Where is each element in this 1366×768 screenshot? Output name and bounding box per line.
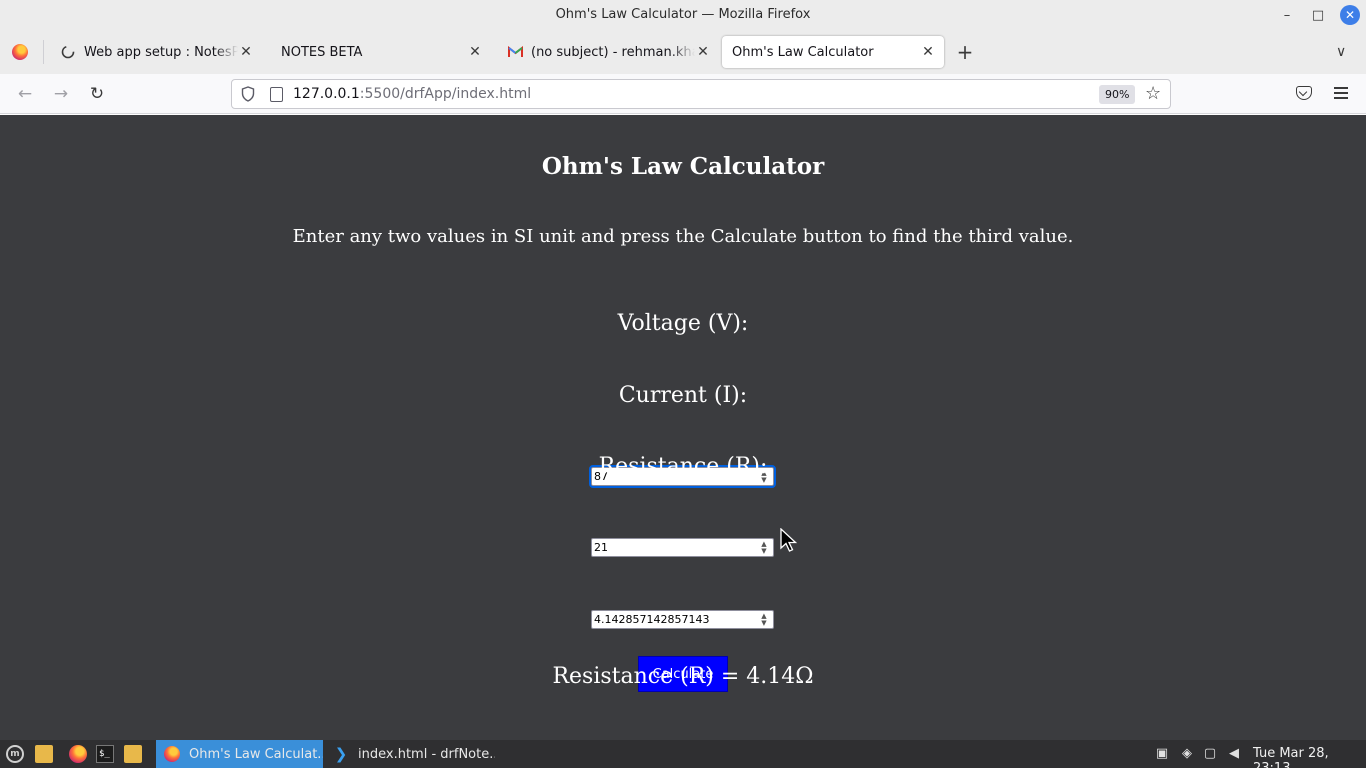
- firefox-icon[interactable]: [69, 745, 87, 763]
- page-icon[interactable]: [270, 87, 283, 102]
- shield-icon[interactable]: ◈: [1179, 746, 1195, 762]
- tab-separator: [43, 40, 44, 64]
- spinner-icon[interactable]: ▲ ▼: [757, 612, 771, 627]
- tab-ohms-law-calculator[interactable]: Ohm's Law Calculator ✕: [722, 36, 944, 68]
- taskbar-item-vscode[interactable]: ❯ index.html - drfNote...: [325, 740, 495, 768]
- mint-menu-icon[interactable]: m: [6, 745, 24, 763]
- chevron-down-icon[interactable]: ∨: [1336, 44, 1346, 60]
- tab-notes-beta[interactable]: NOTES BETA ✕: [271, 36, 491, 68]
- folder-icon[interactable]: [35, 745, 53, 763]
- tab-gmail[interactable]: (no subject) - rehman.khan.3 ✕: [497, 36, 719, 68]
- pocket-icon[interactable]: [1296, 86, 1312, 100]
- vscode-icon: ❯: [334, 745, 348, 763]
- mouse-pointer-icon: [780, 528, 798, 552]
- result-text: Resistance (R) = 4.14Ω: [552, 664, 814, 689]
- tab-strip: Web app setup : NotesProje ✕ NOTES BETA …: [0, 30, 1366, 74]
- voltage-label: Voltage (V):: [617, 311, 749, 336]
- address-bar[interactable]: 127.0.0.1:5500/drfApp/index.html 90% ☆: [231, 79, 1171, 109]
- volume-icon[interactable]: ◀: [1226, 746, 1242, 762]
- reload-icon[interactable]: ↻: [86, 83, 108, 105]
- page-description: Enter any two values in SI unit and pres…: [292, 226, 1074, 247]
- network-icon[interactable]: ▢: [1202, 746, 1218, 762]
- current-field[interactable]: ▲▼: [591, 538, 774, 557]
- zoom-level-badge[interactable]: 90%: [1099, 85, 1136, 104]
- tab-label: Ohm's Law Calculator: [732, 44, 874, 60]
- minimize-icon[interactable]: –: [1277, 5, 1297, 25]
- firefox-view-icon[interactable]: [12, 44, 28, 60]
- navigation-toolbar: ← → ↻ 127.0.0.1:5500/drfApp/index.html 9…: [0, 74, 1366, 114]
- resistance-label: Resistance (R):: [598, 454, 768, 479]
- taskbar-item-label: Ohm's Law Calculat...: [189, 746, 323, 762]
- taskbar-item-firefox[interactable]: Ohm's Law Calculat...: [156, 740, 323, 768]
- close-tab-icon[interactable]: ✕: [920, 44, 936, 60]
- close-tab-icon[interactable]: ✕: [467, 44, 483, 60]
- window-title: Ohm's Law Calculator — Mozilla Firefox: [555, 7, 811, 22]
- forward-arrow-icon[interactable]: →: [50, 83, 72, 105]
- close-tab-icon[interactable]: ✕: [695, 44, 711, 60]
- gmail-icon: [507, 44, 523, 60]
- files-icon[interactable]: [124, 745, 142, 763]
- tab-label: (no subject) - rehman.khan.3: [531, 44, 695, 60]
- menu-icon[interactable]: [1334, 87, 1348, 99]
- url-text[interactable]: 127.0.0.1:5500/drfApp/index.html: [293, 86, 531, 102]
- url-path: :5500/drfApp/index.html: [359, 86, 532, 102]
- tab-label: NOTES BETA: [281, 44, 363, 60]
- bookmark-star-icon[interactable]: ☆: [1145, 83, 1161, 104]
- taskbar-item-label: index.html - drfNote...: [358, 746, 495, 762]
- window-titlebar: Ohm's Law Calculator — Mozilla Firefox –…: [0, 0, 1366, 30]
- tab-notes-project[interactable]: Web app setup : NotesProje ✕: [50, 36, 262, 68]
- shield-icon[interactable]: [241, 86, 255, 102]
- terminal-icon[interactable]: $_: [96, 745, 114, 763]
- system-taskbar: m $_ Ohm's Law Calculat... ❯ index.html …: [0, 740, 1366, 768]
- clipboard-icon[interactable]: ▣: [1154, 746, 1170, 762]
- firefox-icon: [164, 746, 180, 762]
- current-input[interactable]: [592, 539, 756, 556]
- url-host: 127.0.0.1: [293, 86, 360, 102]
- resistance-input[interactable]: [592, 611, 756, 628]
- page-content: Ohm's Law Calculator Enter any two value…: [0, 115, 1366, 740]
- resistance-field[interactable]: ▲▼: [591, 610, 774, 629]
- new-tab-icon[interactable]: +: [954, 42, 976, 64]
- maximize-icon[interactable]: □: [1308, 5, 1328, 25]
- page-title: Ohm's Law Calculator: [541, 153, 825, 180]
- close-window-icon[interactable]: ✕: [1340, 5, 1360, 25]
- current-label: Current (I):: [618, 383, 748, 408]
- clock[interactable]: Tue Mar 28, 23:13: [1253, 746, 1366, 768]
- spinner-icon[interactable]: ▲ ▼: [757, 540, 771, 555]
- back-arrow-icon[interactable]: ←: [14, 83, 36, 105]
- loading-icon: [60, 44, 76, 60]
- tab-label: Web app setup : NotesProje: [84, 44, 238, 60]
- close-tab-icon[interactable]: ✕: [238, 44, 254, 60]
